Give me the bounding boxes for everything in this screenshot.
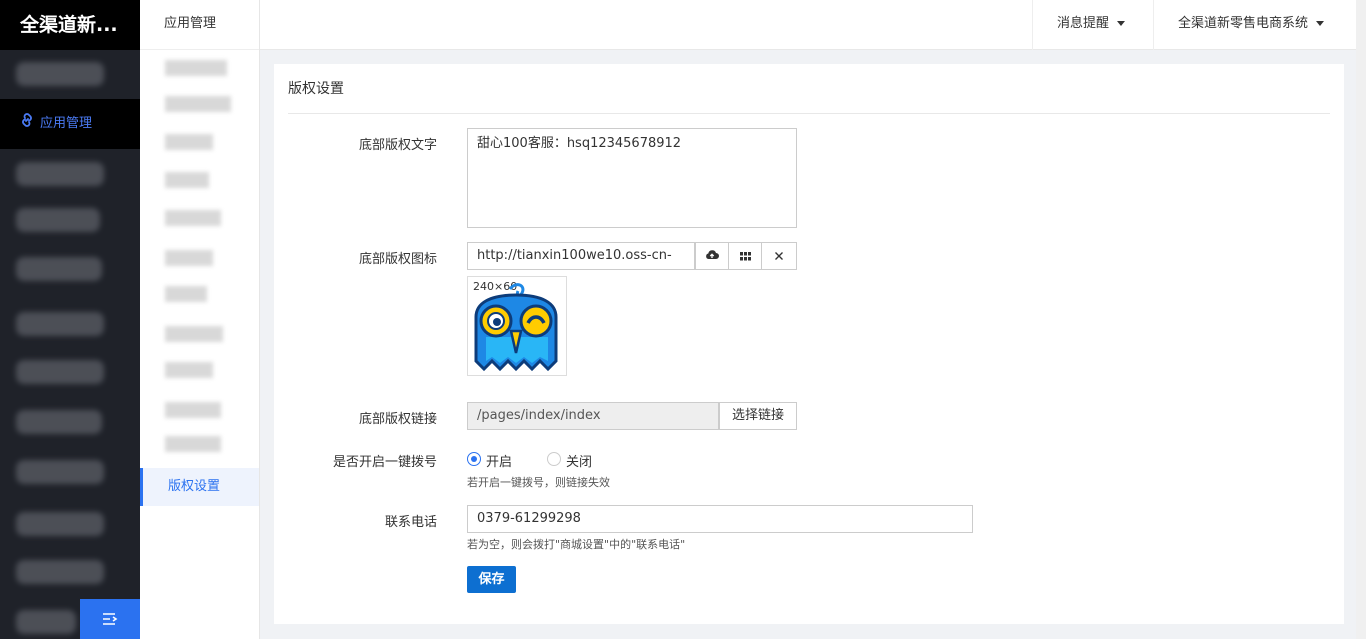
- sidebar-item-blurred[interactable]: [16, 610, 76, 634]
- sidebar-item-blurred[interactable]: [16, 460, 104, 484]
- main-sidebar: 全渠道新... 应用管理: [0, 0, 140, 639]
- page-scrollbar[interactable]: [1356, 0, 1366, 639]
- upload-button[interactable]: [695, 242, 729, 270]
- top-bar: 消息提醒 全渠道新零售电商系统: [260, 0, 1356, 50]
- submenu-item-blurred[interactable]: [165, 134, 213, 150]
- submenu-item-blurred[interactable]: [165, 96, 231, 112]
- clear-button[interactable]: [761, 242, 797, 270]
- brand-title: 全渠道新...: [0, 0, 140, 50]
- copyright-link-input[interactable]: /pages/index/index: [467, 402, 719, 430]
- sidebar-item-app-management[interactable]: 应用管理: [0, 99, 140, 149]
- settings-card: 版权设置 底部版权文字 甜心100客服：hsq12345678912 底部版权图…: [274, 64, 1344, 624]
- submenu-item-blurred[interactable]: [165, 362, 213, 378]
- copyright-text-label: 底部版权文字: [358, 138, 437, 153]
- submenu-item-blurred[interactable]: [165, 210, 221, 226]
- submenu-item-blurred[interactable]: [165, 60, 227, 76]
- sidebar-item-blurred[interactable]: [16, 410, 102, 434]
- dial-off-radio[interactable]: [547, 452, 561, 466]
- sidebar-item-blurred[interactable]: [16, 312, 104, 336]
- dial-off-label[interactable]: 关闭: [566, 451, 592, 470]
- copyright-icon-label: 底部版权图标: [358, 252, 437, 267]
- submenu-title: 应用管理: [140, 0, 259, 50]
- one-click-dial-label: 是否开启一键拨号: [332, 455, 437, 470]
- save-button[interactable]: 保存: [467, 566, 516, 593]
- copyright-icon-url-input[interactable]: http://tianxin100we10.oss-cn-beij: [467, 242, 695, 270]
- submenu-item-blurred[interactable]: [165, 436, 221, 452]
- secondary-menu: 应用管理 版权设置: [140, 0, 260, 639]
- phone-input[interactable]: 0379-61299298: [467, 505, 973, 533]
- copyright-link-label: 底部版权链接: [358, 412, 437, 427]
- submenu-item-blurred[interactable]: [165, 402, 221, 418]
- cloud-upload-icon: [705, 248, 719, 264]
- sidebar-item-blurred[interactable]: [16, 208, 100, 232]
- submenu-item-blurred[interactable]: [165, 250, 213, 266]
- select-link-button[interactable]: 选择链接: [719, 402, 797, 430]
- sidebar-item-blurred[interactable]: [16, 512, 104, 536]
- notifications-label: 消息提醒: [1057, 16, 1110, 31]
- sidebar-item-blurred[interactable]: [16, 360, 104, 384]
- system-dropdown[interactable]: 全渠道新零售电商系统: [1153, 0, 1348, 50]
- caret-down-icon: [1117, 21, 1126, 26]
- dial-help-text: 若开启一键拨号，则链接失效: [467, 476, 610, 489]
- sidebar-item-blurred[interactable]: [16, 162, 104, 186]
- notifications-dropdown[interactable]: 消息提醒: [1032, 0, 1149, 50]
- caret-down-icon: [1316, 21, 1325, 26]
- copyright-text-input[interactable]: 甜心100客服：hsq12345678912: [467, 128, 797, 228]
- sidebar-item-blurred[interactable]: [16, 257, 102, 281]
- owl-logo-icon: [474, 283, 558, 372]
- collapse-icon: [102, 610, 118, 627]
- system-label: 全渠道新零售电商系统: [1178, 16, 1309, 31]
- link-icon: [20, 99, 36, 149]
- sidebar-item-blurred[interactable]: [16, 62, 104, 86]
- sidebar-item-label: 应用管理: [40, 116, 93, 131]
- grid-icon: [739, 248, 751, 264]
- submenu-item-blurred[interactable]: [165, 286, 207, 302]
- gallery-button[interactable]: [728, 242, 762, 270]
- sidebar-item-blurred[interactable]: [16, 560, 104, 584]
- icon-preview: 240×60: [467, 276, 567, 376]
- phone-label: 联系电话: [384, 515, 437, 530]
- close-icon: [774, 248, 784, 264]
- submenu-item-blurred[interactable]: [165, 172, 209, 188]
- dial-on-label[interactable]: 开启: [486, 451, 512, 470]
- submenu-item-blurred[interactable]: [165, 326, 223, 342]
- dial-on-radio[interactable]: [467, 452, 481, 466]
- submenu-item-copyright[interactable]: 版权设置: [140, 468, 259, 506]
- title-divider: [288, 113, 1330, 114]
- collapse-menu-button[interactable]: [80, 599, 140, 639]
- phone-help-text: 若为空，则会拨打"商城设置"中的"联系电话": [467, 538, 686, 551]
- page-title: 版权设置: [288, 81, 344, 97]
